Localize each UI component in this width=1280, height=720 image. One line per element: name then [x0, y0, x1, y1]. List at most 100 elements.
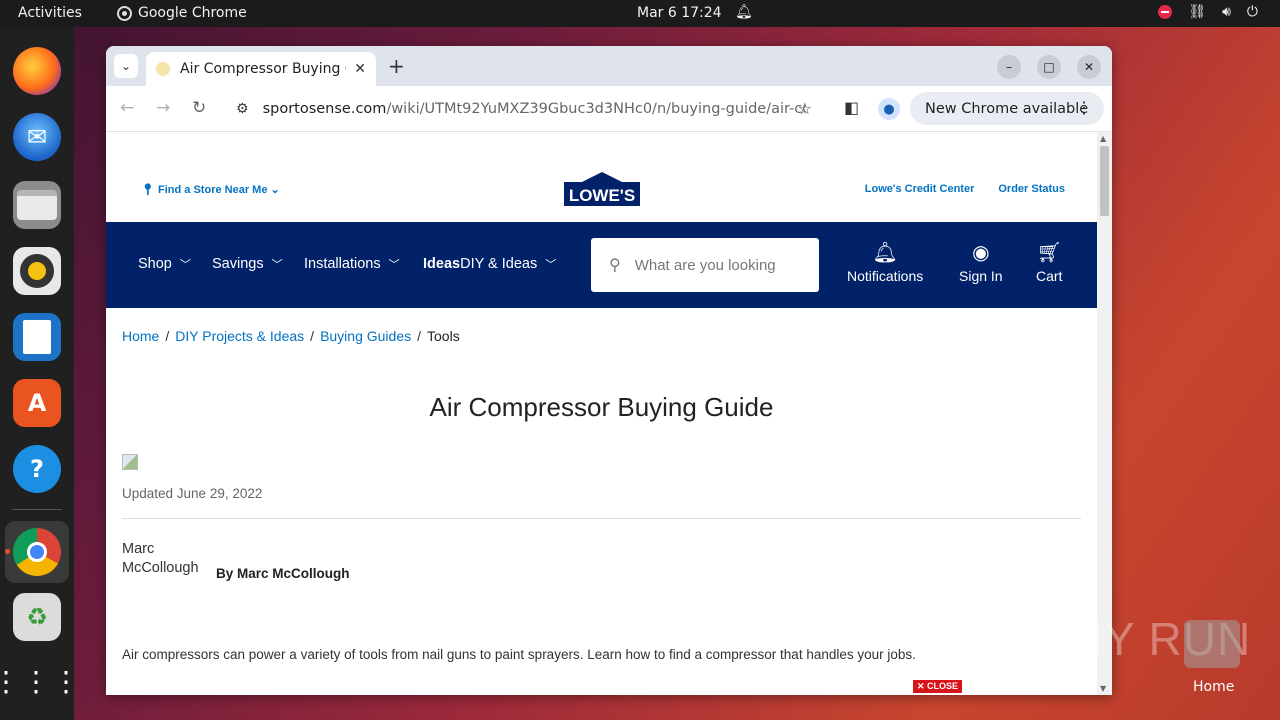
search-box[interactable]: ⚲: [591, 238, 819, 292]
active-tab[interactable]: Air Compressor Buying Guide ✕: [146, 52, 376, 86]
nav-shop[interactable]: Shop ﹀: [138, 256, 191, 272]
author-name[interactable]: By Marc McCollough: [216, 566, 350, 581]
home-folder-icon[interactable]: [1184, 620, 1240, 668]
scroll-thumb[interactable]: [1100, 146, 1109, 216]
divider: [122, 518, 1081, 519]
broken-image-icon: [122, 454, 138, 470]
reload-button[interactable]: ↻: [192, 98, 206, 118]
back-button[interactable]: ←: [120, 98, 134, 118]
find-store-label: Find a Store Near Me: [158, 184, 268, 196]
author-avatar: Marc McCollough: [122, 541, 199, 576]
app-menu[interactable]: Google Chrome: [117, 5, 247, 21]
sign-in-button[interactable]: ◉ Sign In: [959, 240, 1003, 284]
url-path: /wiki/UTMt92YuMXZ39Gbuc3d3NHc0/n/buying-…: [386, 101, 806, 117]
url-host: sportosense.com: [262, 101, 387, 117]
utility-links: Lowe's Credit Center Order Status: [865, 183, 1065, 195]
user-icon: ◉: [972, 242, 990, 264]
order-status-link[interactable]: Order Status: [998, 183, 1065, 195]
help-icon[interactable]: ?: [13, 445, 61, 493]
scroll-down-icon[interactable]: ▼: [1100, 684, 1106, 693]
lowes-logo[interactable]: LOWE'S: [564, 172, 640, 206]
thunderbird-icon[interactable]: ✉: [13, 113, 61, 161]
app-center-icon[interactable]: A: [13, 379, 61, 427]
system-tray[interactable]: ⛓︎ 🔊︎ ⏻: [1158, 4, 1258, 20]
cart-label: Cart: [1036, 268, 1063, 284]
close-ad-button[interactable]: ✕ CLOSE: [913, 680, 963, 693]
browser-window: ⌄ Air Compressor Buying Guide ✕ + – □ ✕ …: [106, 46, 1112, 695]
site-info-icon[interactable]: ⚙: [236, 101, 249, 117]
chrome-dock-icon[interactable]: [13, 528, 61, 576]
notifications-button[interactable]: 🔔︎ Notifications: [847, 240, 923, 284]
minimize-button[interactable]: –: [997, 55, 1021, 79]
page-title: Air Compressor Buying Guide: [429, 392, 774, 422]
files-icon[interactable]: [13, 181, 61, 229]
find-store-link[interactable]: 📍︎ Find a Store Near Me ⌄: [141, 183, 280, 196]
breadcrumb-separator: /: [165, 328, 170, 344]
breadcrumb-buying-guides[interactable]: Buying Guides: [320, 328, 411, 344]
chevron-down-icon: ﹀: [388, 259, 400, 271]
search-icon: ⚲: [609, 257, 621, 274]
breadcrumb: Home / DIY Projects & Ideas / Buying Gui…: [122, 328, 460, 344]
breadcrumb-home[interactable]: Home: [122, 328, 159, 344]
web-page: 📍︎ Find a Store Near Me ⌄ LOWE'S Lowe's …: [106, 132, 1097, 695]
nav-ideas-label: DIY & Ideas: [460, 256, 538, 272]
side-panel-icon[interactable]: ◧: [844, 98, 859, 117]
new-chrome-button[interactable]: New Chrome available ⋮: [910, 92, 1104, 125]
firefox-icon[interactable]: [13, 47, 61, 95]
main-nav: Shop ﹀ Savings ﹀ Installations ﹀ Ideas D…: [106, 222, 1097, 308]
nav-ideas-bold: Ideas: [423, 256, 461, 272]
trash-icon[interactable]: ♻: [13, 593, 61, 641]
page-scrollbar[interactable]: ▲ ▼: [1097, 132, 1112, 695]
logo-text: LOWE'S: [569, 186, 635, 205]
search-input[interactable]: [634, 256, 775, 274]
writer-icon[interactable]: [13, 313, 61, 361]
recording-icon[interactable]: [1158, 5, 1173, 19]
clock[interactable]: Mar 6 17:24: [637, 5, 722, 21]
notifications-label: Notifications: [847, 268, 924, 284]
chevron-down-icon: ﹀: [545, 259, 557, 271]
new-tab-button[interactable]: +: [388, 54, 405, 78]
location-pin-icon: 📍︎: [141, 184, 155, 196]
profile-icon[interactable]: ●: [878, 98, 900, 120]
maximize-button[interactable]: □: [1037, 55, 1061, 79]
forward-button[interactable]: →: [156, 98, 170, 118]
favicon: [156, 62, 170, 76]
close-ad-label: CLOSE: [927, 681, 959, 691]
show-apps-icon[interactable]: ⋮⋮⋮: [0, 657, 80, 705]
close-tab-icon[interactable]: ✕: [354, 61, 366, 77]
breadcrumb-separator: /: [417, 328, 422, 344]
cart-button[interactable]: 🛒︎ Cart: [1036, 240, 1062, 284]
scroll-up-icon[interactable]: ▲: [1100, 134, 1106, 143]
tab-search-button[interactable]: ⌄: [114, 54, 138, 78]
chevron-down-icon: ﹀: [271, 259, 283, 271]
bell-icon: 🔔︎: [872, 242, 898, 264]
activities-button[interactable]: Activities: [18, 5, 82, 21]
breadcrumb-current: Tools: [427, 328, 460, 344]
rhythmbox-icon[interactable]: [13, 247, 61, 295]
intro-text: Air compressors can power a variety of t…: [122, 647, 916, 662]
bookmark-star-icon[interactable]: ☆: [798, 99, 812, 118]
top-bar: Activities Google Chrome Mar 6 17:24 🔔︎ …: [0, 0, 1280, 27]
close-window-button[interactable]: ✕: [1077, 55, 1101, 79]
cart-icon: 🛒︎: [1036, 242, 1062, 264]
address-bar[interactable]: ⚙ sportosense.com /wiki/UTMt92YuMXZ39Gbu…: [224, 92, 824, 126]
nav-installations[interactable]: Installations ﹀: [304, 256, 400, 272]
home-folder-label: Home: [1193, 679, 1235, 695]
breadcrumb-separator: /: [310, 328, 315, 344]
dock-separator: [12, 509, 62, 510]
running-indicator: [5, 549, 10, 554]
nav-ideas[interactable]: Ideas DIY & Ideas ﹀: [423, 256, 556, 272]
nav-savings-label: Savings: [212, 256, 264, 272]
chevron-down-icon: ﹀: [179, 259, 191, 271]
nav-savings[interactable]: Savings ﹀: [212, 256, 283, 272]
nav-installations-label: Installations: [304, 256, 381, 272]
breadcrumb-diy[interactable]: DIY Projects & Ideas: [175, 328, 304, 344]
tab-title: Air Compressor Buying Guide: [180, 61, 346, 77]
credit-center-link[interactable]: Lowe's Credit Center: [865, 183, 975, 195]
chevron-down-icon: ⌄: [270, 184, 280, 196]
power-icon: ⏻: [1246, 4, 1258, 20]
nav-shop-label: Shop: [138, 256, 172, 272]
menu-dots-icon[interactable]: ⋮: [1076, 98, 1092, 117]
bell-icon[interactable]: 🔔︎: [735, 4, 753, 20]
utility-bar: 📍︎ Find a Store Near Me ⌄ LOWE'S Lowe's …: [106, 132, 1097, 222]
